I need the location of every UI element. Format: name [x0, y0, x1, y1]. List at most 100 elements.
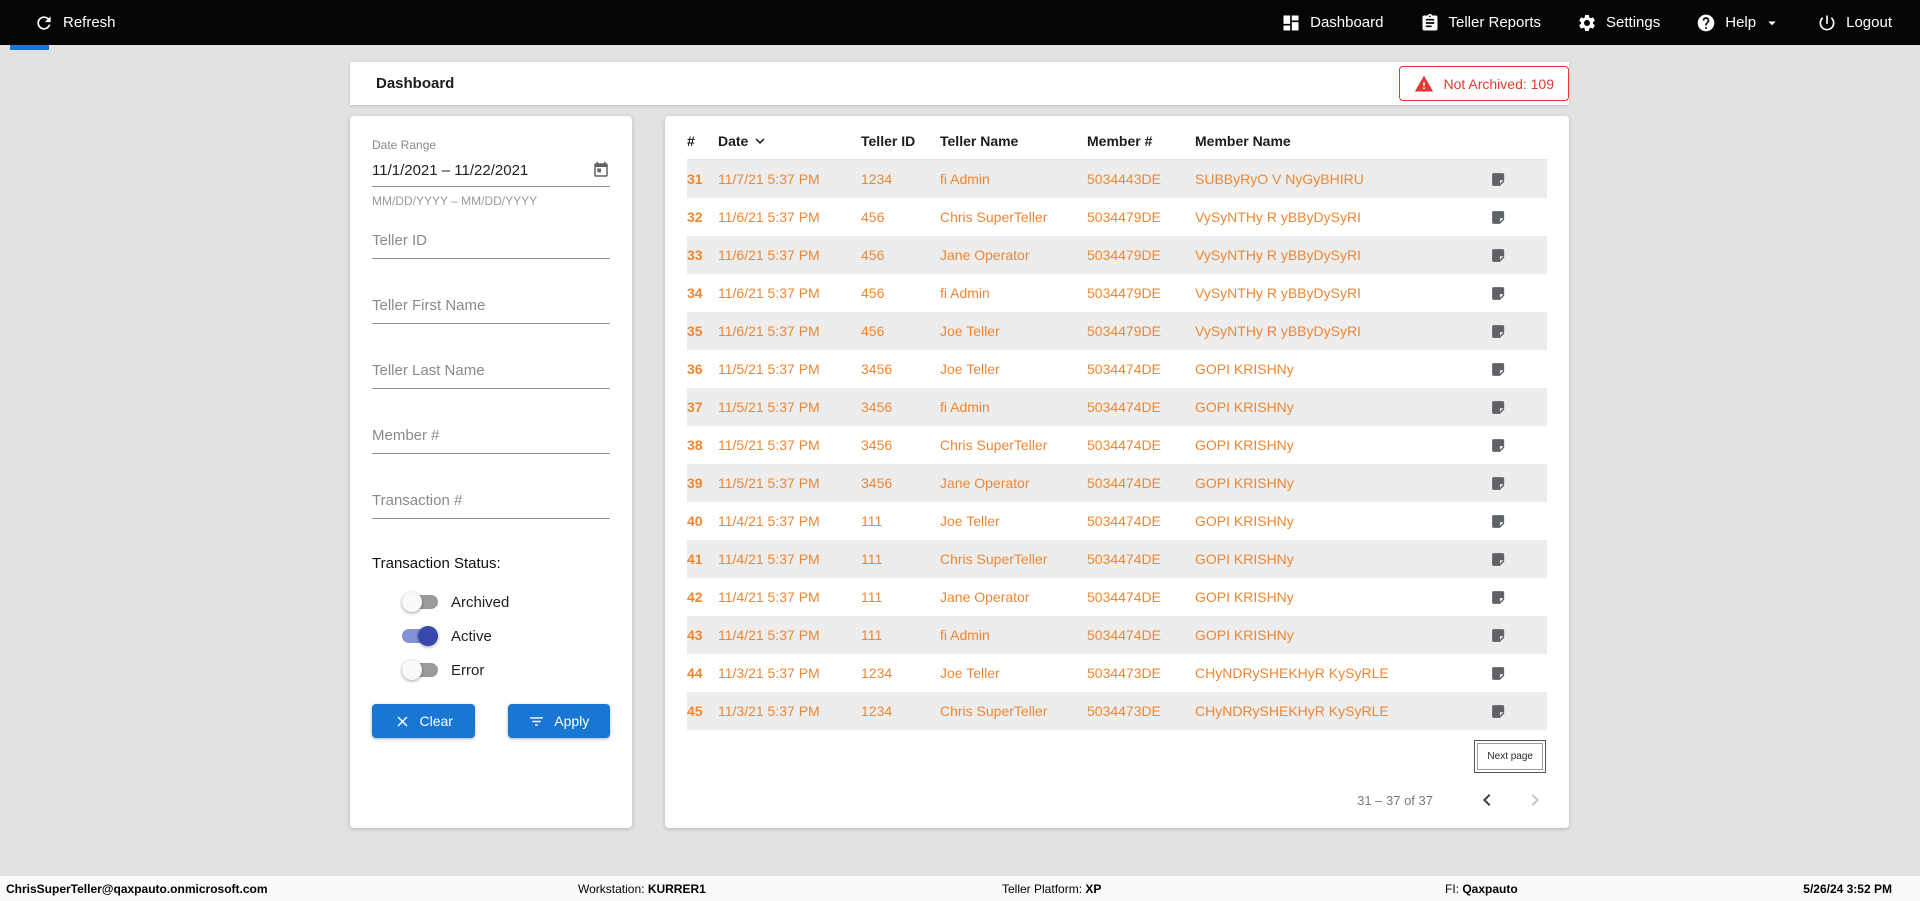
note-icon: [1492, 628, 1505, 642]
teller-last-name-input[interactable]: [372, 356, 610, 389]
cell-member-number: 5034474DE: [1087, 399, 1161, 415]
table-row[interactable]: 42 11/4/21 5:37 PM 111 Jane Operator 5034474…: [687, 578, 1547, 616]
note-icon: [1492, 172, 1505, 186]
active-tab-indicator: [10, 45, 49, 50]
table-row[interactable]: 32 11/6/21 5:37 PM 456 Chris SuperTeller 503…: [687, 198, 1547, 236]
column-header-number[interactable]: #: [687, 133, 718, 149]
nav-help[interactable]: Help: [1696, 13, 1781, 33]
cell-date: 11/3/21 5:37 PM: [718, 703, 820, 719]
column-header-teller-name[interactable]: Teller Name: [940, 133, 1087, 149]
cell-date: 11/3/21 5:37 PM: [718, 665, 820, 681]
date-range-label: Date Range: [372, 138, 437, 152]
table-row[interactable]: 45 11/3/21 5:37 PM 1234 Chris SuperTeller 50…: [687, 692, 1547, 730]
cell-member-number: 5034479DE: [1087, 247, 1161, 263]
clear-button[interactable]: Clear: [372, 704, 475, 738]
next-page-button[interactable]: Next page: [1477, 743, 1543, 770]
column-header-date[interactable]: Date: [718, 132, 861, 150]
table-row[interactable]: 36 11/5/21 5:37 PM 3456 Joe Teller 5034474DE…: [687, 350, 1547, 388]
settings-gear-icon: [1579, 14, 1595, 31]
row-number: 43: [687, 627, 703, 643]
nav-teller-reports[interactable]: Teller Reports: [1420, 13, 1541, 33]
receipt-note-button[interactable]: [1490, 627, 1547, 644]
cell-teller-name: Chris SuperTeller: [940, 703, 1048, 719]
table-row[interactable]: 34 11/6/21 5:37 PM 456 fi Admin 5034479DE VyS…: [687, 274, 1547, 312]
receipt-note-button[interactable]: [1490, 475, 1547, 492]
cell-teller-id: 3456: [861, 437, 893, 453]
previous-page-chevron-icon[interactable]: [1475, 788, 1499, 812]
cell-member-name: CHyNDRySHEKHyR KySyRLE: [1195, 665, 1389, 681]
member-number-input[interactable]: [372, 421, 610, 454]
table-row[interactable]: 41 11/4/21 5:37 PM 111 Chris SuperTeller 503…: [687, 540, 1547, 578]
help-icon: [1697, 14, 1715, 31]
cell-teller-name: Jane Operator: [940, 247, 1030, 263]
cell-member-number: 5034479DE: [1087, 209, 1161, 225]
footer-teller-platform: Teller Platform: XP: [1002, 881, 1102, 896]
receipt-note-button[interactable]: [1490, 551, 1547, 568]
receipt-note-button[interactable]: [1490, 665, 1547, 682]
receipt-note-button[interactable]: [1490, 589, 1547, 606]
receipt-note-button[interactable]: [1490, 437, 1547, 454]
table-row[interactable]: 31 11/7/21 5:37 PM 1234 fi Admin 5034443DE SU…: [687, 160, 1547, 198]
cell-member-number: 5034474DE: [1087, 627, 1161, 643]
next-page-chevron-icon: [1531, 794, 1539, 806]
apply-button[interactable]: Apply: [507, 704, 610, 738]
transaction-number-input[interactable]: [372, 486, 610, 519]
table-row[interactable]: 39 11/5/21 5:37 PM 3456 Jane Operator 503447…: [687, 464, 1547, 502]
receipt-note-button[interactable]: [1490, 361, 1547, 378]
cell-date: 11/7/21 5:37 PM: [718, 171, 820, 187]
table-row[interactable]: 38 11/5/21 5:37 PM 3456 Chris SuperTeller 50…: [687, 426, 1547, 464]
top-navigation-bar: Refresh Dashboard Teller Reports Setting…: [0, 0, 1920, 45]
receipt-note-button[interactable]: [1490, 323, 1547, 340]
active-switch[interactable]: [402, 626, 438, 646]
refresh-icon: [37, 15, 51, 30]
table-row[interactable]: 35 11/6/21 5:37 PM 456 Joe Teller 5034479DE V…: [687, 312, 1547, 350]
column-header-teller-id[interactable]: Teller ID: [861, 133, 940, 149]
cell-teller-name: Chris SuperTeller: [940, 551, 1048, 567]
row-number: 41: [687, 551, 703, 567]
row-number: 44: [687, 665, 703, 681]
receipt-note-button[interactable]: [1490, 209, 1547, 226]
toggle-active-label: Active: [451, 627, 492, 645]
note-icon: [1492, 552, 1505, 566]
cell-date: 11/6/21 5:37 PM: [718, 285, 820, 301]
table-row[interactable]: 37 11/5/21 5:37 PM 3456 fi Admin 5034474DE GO…: [687, 388, 1547, 426]
cell-teller-name: Jane Operator: [940, 589, 1030, 605]
toggle-error[interactable]: Error: [402, 660, 610, 680]
table-row[interactable]: 44 11/3/21 5:37 PM 1234 Joe Teller 5034473DE…: [687, 654, 1547, 692]
transaction-status-label: Transaction Status:: [372, 555, 501, 572]
calendar-icon[interactable]: [592, 161, 610, 179]
not-archived-badge[interactable]: Not Archived: 109: [1399, 66, 1569, 101]
toggle-archived[interactable]: Archived: [402, 592, 610, 612]
nav-dashboard-label: Dashboard: [1310, 14, 1384, 31]
receipt-note-button[interactable]: [1490, 247, 1547, 264]
teller-id-input[interactable]: [372, 226, 610, 259]
receipt-note-button[interactable]: [1490, 399, 1547, 416]
column-header-member-number[interactable]: Member #: [1087, 133, 1195, 149]
toggle-active[interactable]: Active: [402, 626, 610, 646]
receipt-note-button[interactable]: [1490, 285, 1547, 302]
table-row[interactable]: 40 11/4/21 5:37 PM 111 Joe Teller 5034474DE G…: [687, 502, 1547, 540]
date-range-field[interactable]: 11/1/2021 – 11/22/2021: [372, 154, 610, 187]
teller-first-name-input[interactable]: [372, 291, 610, 324]
receipt-note-button[interactable]: [1490, 513, 1547, 530]
nav-logout[interactable]: Logout: [1817, 13, 1892, 33]
error-switch[interactable]: [402, 660, 438, 680]
receipt-note-button[interactable]: [1490, 703, 1547, 720]
status-footer: ChrisSuperTeller@qaxpauto.onmicrosoft.co…: [0, 876, 1920, 901]
row-number: 31: [687, 171, 703, 187]
cell-member-number: 5034443DE: [1087, 171, 1161, 187]
cell-teller-id: 456: [861, 323, 885, 339]
cell-teller-id: 1234: [861, 665, 893, 681]
row-number: 45: [687, 703, 703, 719]
refresh-button[interactable]: Refresh: [34, 13, 116, 33]
column-header-member-name[interactable]: Member Name: [1195, 133, 1490, 149]
cell-date: 11/4/21 5:37 PM: [718, 551, 820, 567]
table-row[interactable]: 33 11/6/21 5:37 PM 456 Jane Operator 5034479…: [687, 236, 1547, 274]
archived-switch[interactable]: [402, 592, 438, 612]
receipt-note-button[interactable]: [1490, 171, 1547, 188]
cell-member-name: GOPI KRISHNy: [1195, 437, 1294, 453]
nav-dashboard[interactable]: Dashboard: [1281, 13, 1384, 33]
nav-settings[interactable]: Settings: [1577, 13, 1660, 33]
table-row[interactable]: 43 11/4/21 5:37 PM 111 fi Admin 5034474DE GOP…: [687, 616, 1547, 654]
page-header-bar: Dashboard Not Archived: 109: [350, 62, 1569, 105]
